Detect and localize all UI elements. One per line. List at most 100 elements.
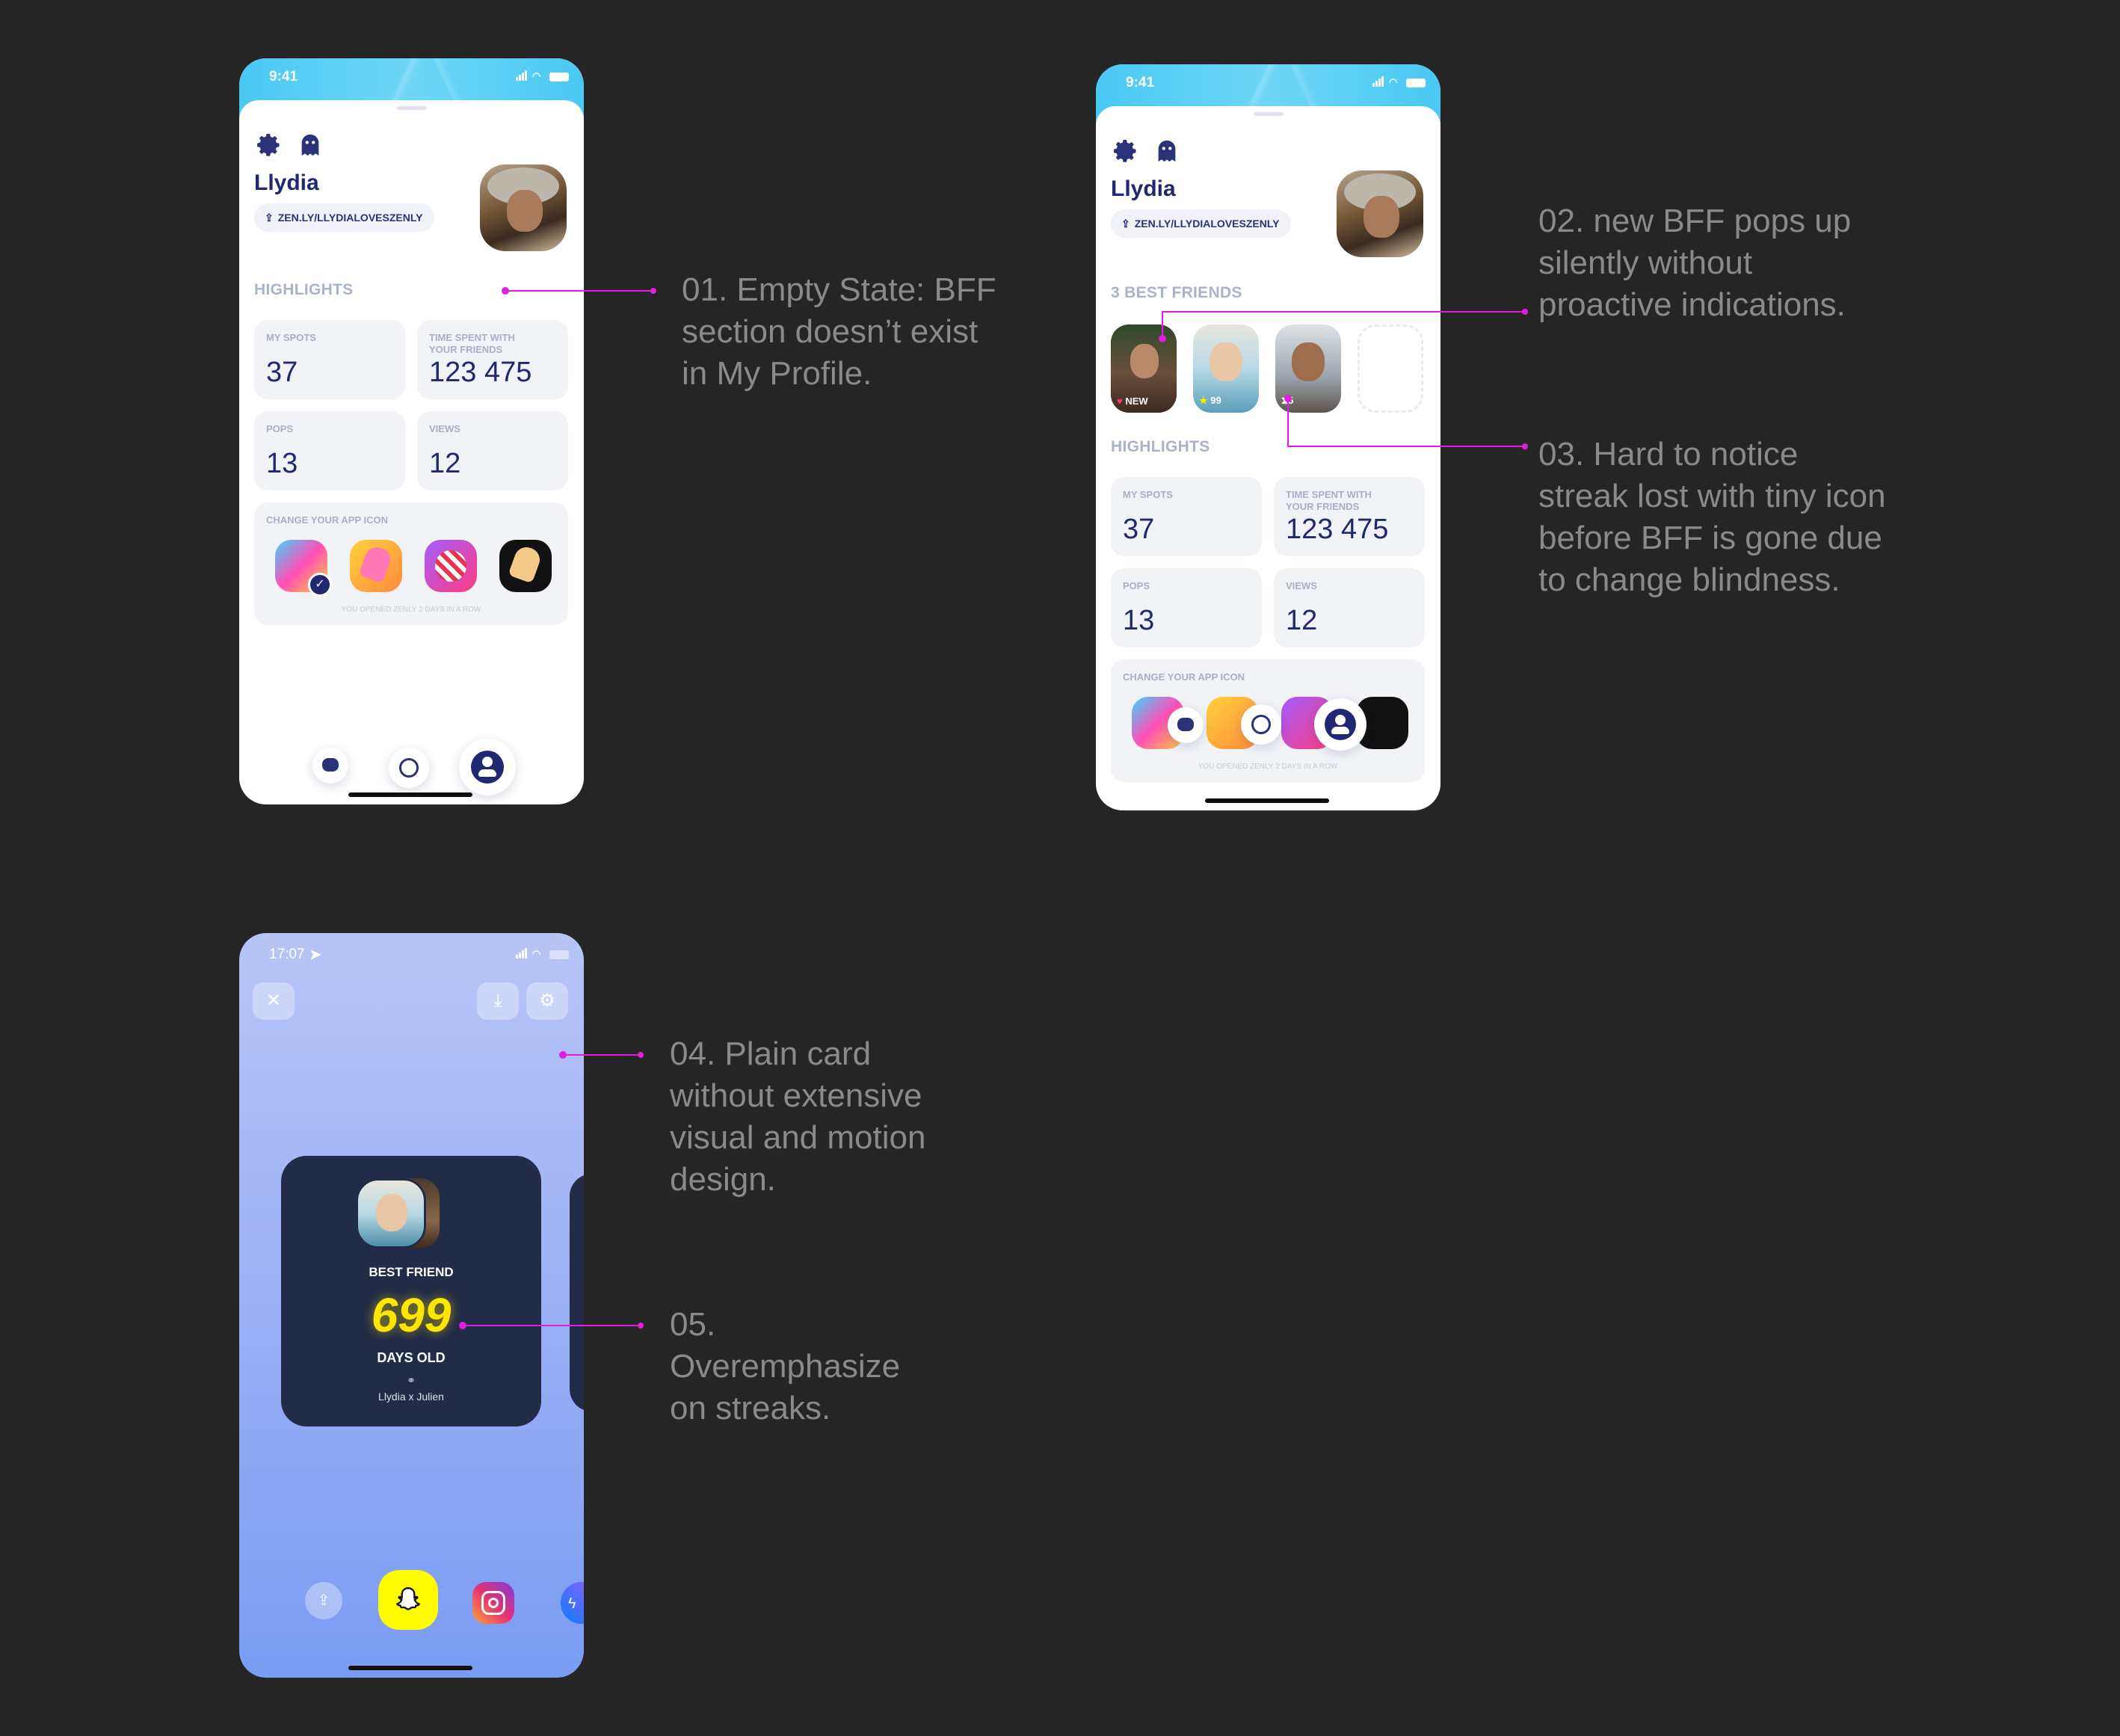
- days-label: DAYS OLD: [377, 1350, 446, 1365]
- instagram-button[interactable]: [472, 1582, 514, 1624]
- bff-tile-99[interactable]: ★ 99: [1193, 324, 1259, 413]
- bff-badge-new: NEW: [1125, 395, 1148, 407]
- signal-icon: [516, 70, 528, 83]
- nav-chat-button[interactable]: [1168, 707, 1204, 743]
- gear-icon[interactable]: [256, 132, 283, 158]
- status-time: 9:41: [269, 69, 298, 84]
- connector-end-04: [638, 1052, 644, 1058]
- stat-card-spots[interactable]: MY SPOTS 37: [254, 320, 405, 399]
- share-icon: ⇪: [265, 212, 274, 224]
- snapchat-button[interactable]: [378, 1570, 438, 1630]
- bff-title: 3 BEST FRIENDS: [1111, 284, 1242, 301]
- friendship-icon: ⚭: [407, 1374, 416, 1386]
- connector-line-04: [563, 1054, 642, 1056]
- download-button[interactable]: ⤓: [477, 982, 519, 1020]
- messenger-icon: ϟ: [568, 1595, 576, 1612]
- streak-text: YOU OPENED ZENLY 2 DAYS IN A ROW: [1198, 763, 1338, 771]
- sheet-grabber[interactable]: [396, 106, 427, 110]
- heart-icon: ♥: [1117, 395, 1123, 407]
- sheet-grabber[interactable]: [1253, 112, 1284, 116]
- settings-button[interactable]: ⚙: [526, 982, 568, 1020]
- app-icon-card: CHANGE YOUR APP ICON ✓ YOU OPENED ZENLY …: [254, 502, 568, 625]
- ghost-icon[interactable]: [298, 132, 323, 158]
- signal-icon: [1372, 76, 1384, 89]
- globe-icon: [399, 758, 419, 778]
- check-icon: ✓: [308, 573, 332, 597]
- app-icon-dark[interactable]: [499, 540, 552, 592]
- profile-sheet: Llydia ⇪ ZEN.LY/LLYDIALOVESZENLY 3 BEST F…: [1096, 106, 1440, 810]
- wifi-icon: ◠: [532, 70, 543, 81]
- app-icon-candy[interactable]: [425, 540, 477, 592]
- note-03: 03. Hard to notice streak lost with tiny…: [1538, 436, 1886, 598]
- note-04: 04. Plain card without extensive visual …: [670, 1035, 926, 1198]
- connector-line-05: [463, 1325, 642, 1326]
- chat-icon: [1177, 718, 1194, 731]
- download-icon: ⤓: [493, 991, 502, 1011]
- battery-icon: [549, 72, 569, 81]
- star-icon: ★: [1199, 395, 1208, 406]
- user-name: Llydia: [1111, 176, 1176, 201]
- ghost-icon[interactable]: [1154, 138, 1180, 164]
- close-button[interactable]: ✕: [253, 982, 295, 1020]
- user-icon: [1325, 709, 1356, 740]
- gear-icon[interactable]: [1112, 138, 1139, 164]
- card-label: BEST FRIEND: [369, 1265, 454, 1279]
- highlights-title: HIGHLIGHTS: [1111, 438, 1210, 455]
- wifi-icon: ◠: [1389, 76, 1399, 87]
- bff-tile-new[interactable]: ♥ NEW: [1111, 324, 1177, 413]
- bff-badge-99: 99: [1210, 395, 1221, 406]
- nav-map-button[interactable]: [1241, 704, 1281, 745]
- app-icon-rainbow[interactable]: ✓: [275, 540, 332, 597]
- status-bar: 9:41 ◠: [1096, 75, 1440, 93]
- avatar[interactable]: [1337, 170, 1423, 257]
- messenger-button[interactable]: ϟ: [561, 1582, 584, 1624]
- nav-chat-button[interactable]: [312, 748, 348, 784]
- nav-profile-button[interactable]: [1314, 698, 1366, 751]
- status-time: 17:07: [269, 947, 305, 962]
- nav-profile-button[interactable]: [459, 739, 516, 795]
- connector-end-03: [1522, 443, 1528, 449]
- note-01: 01. Empty State: BFF section doesn’t exi…: [682, 271, 996, 392]
- stat-card-pops[interactable]: POPS 13: [1111, 568, 1262, 647]
- best-friend-card[interactable]: BEST FRIEND 699 DAYS OLD ⚭ Llydia x Juli…: [281, 1156, 541, 1426]
- share-button[interactable]: ⇪: [305, 1582, 342, 1619]
- connector-vline-02: [1162, 311, 1163, 338]
- stat-card-pops[interactable]: POPS 13: [254, 411, 405, 490]
- status-time: 9:41: [1126, 75, 1155, 90]
- home-indicator: [348, 792, 472, 797]
- nav-map-button[interactable]: [389, 748, 429, 788]
- stat-card-spots[interactable]: MY SPOTS 37: [1111, 477, 1262, 556]
- profile-screen-empty-state: 9:41 ◠ Llydia ⇪ ZEN.LY/LLYDIALOVESZENLY H…: [239, 58, 584, 804]
- stat-card-views[interactable]: VIEWS 12: [1274, 568, 1425, 647]
- note-02: 02. new BFF pops up silently without pro…: [1538, 203, 1852, 323]
- stat-card-time[interactable]: TIME SPENT WITH YOUR FRIENDS 123 475: [1274, 477, 1425, 556]
- globe-icon: [1251, 715, 1271, 734]
- wifi-icon: ◠: [532, 948, 543, 959]
- avatar[interactable]: [480, 164, 567, 251]
- battery-icon: [549, 949, 569, 959]
- status-bar: 17:07 ➤ ◠: [239, 947, 584, 964]
- next-card-peek[interactable]: [570, 1174, 584, 1412]
- stat-card-views[interactable]: VIEWS 12: [417, 411, 568, 490]
- connector-end-02: [1522, 309, 1528, 315]
- snapchat-ghost-icon: [395, 1586, 421, 1610]
- connector-line-03: [1287, 446, 1526, 447]
- app-icon-popsicle[interactable]: [350, 540, 402, 592]
- profile-link-text: ZEN.LY/LLYDIALOVESZENLY: [277, 212, 423, 224]
- home-indicator: [1205, 798, 1329, 803]
- bff-tile-empty-slot[interactable]: [1358, 324, 1423, 413]
- stat-card-time[interactable]: TIME SPENT WITH YOUR FRIENDS 123 475: [417, 320, 568, 399]
- signal-icon: [516, 948, 528, 961]
- app-icon-title: CHANGE YOUR APP ICON: [266, 514, 389, 526]
- home-indicator: [348, 1666, 472, 1670]
- connector-end-05: [638, 1323, 644, 1329]
- connector-line-01: [505, 290, 655, 292]
- battery-icon: [1406, 78, 1426, 87]
- profile-link-chip[interactable]: ⇪ ZEN.LY/LLYDIALOVESZENLY: [1111, 209, 1292, 238]
- profile-link-chip[interactable]: ⇪ ZEN.LY/LLYDIALOVESZENLY: [254, 203, 435, 232]
- user-icon: [471, 751, 504, 784]
- profile-sheet: Llydia ⇪ ZEN.LY/LLYDIALOVESZENLY HIGHLIGH…: [239, 100, 584, 804]
- app-icon-title: CHANGE YOUR APP ICON: [1123, 671, 1245, 683]
- connector-line-02: [1162, 311, 1526, 313]
- connector-vline-03: [1287, 398, 1289, 446]
